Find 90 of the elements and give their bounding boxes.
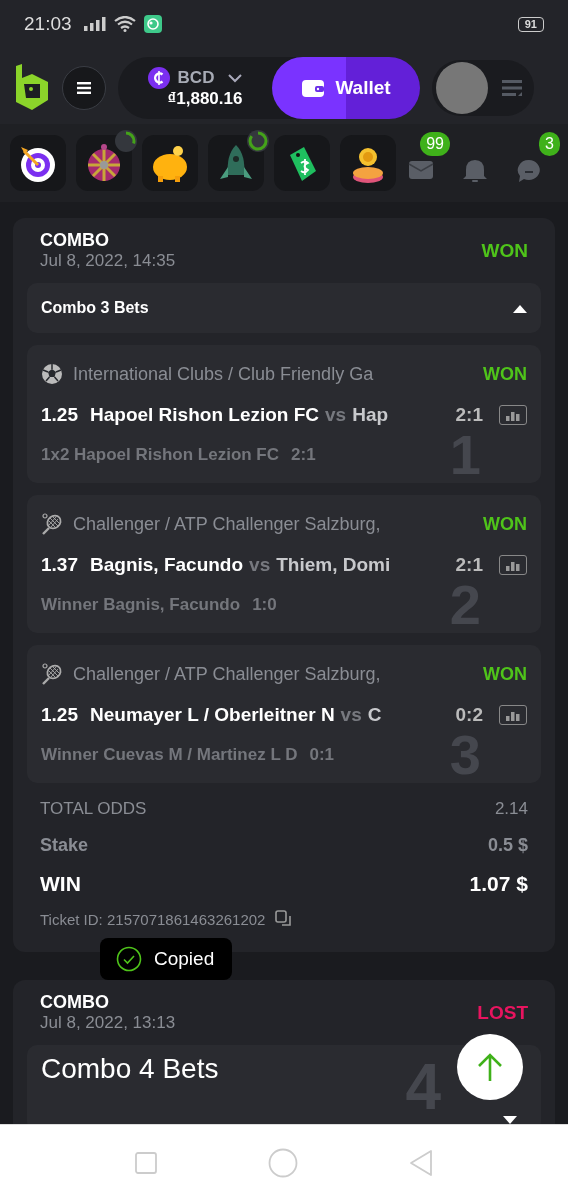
toast-message: Copied [154,948,215,970]
wallet-button[interactable]: Wallet [272,57,420,119]
bet-status: WON [483,663,527,685]
quick-tile[interactable] [142,135,198,191]
selection-label: 1x2 Hapoel Rishon Lezion FC [41,445,280,465]
ticket-id: Ticket ID: 2157071861463261202 [40,910,266,928]
stats-button[interactable] [499,405,527,425]
battery-indicator: 91 [517,16,544,32]
progress-ring-icon [114,129,138,153]
total-odds-label: TOTAL ODDS [40,799,147,819]
user-menu-button[interactable] [432,60,534,116]
check-circle-icon [116,946,142,972]
selection-label: Winner Bagnis, Facundo [41,595,241,615]
quick-tile[interactable] [274,135,330,191]
app-notification-icon [143,15,162,33]
tennis-racket-icon [41,513,63,535]
stake-value: 0.5 $ [487,835,528,856]
stats-button[interactable] [499,555,527,575]
odds-value: 1.37 [41,554,78,576]
match-score: 2:1 [455,554,483,576]
arrow-up-icon [477,1052,503,1082]
odds-value: 1.25 [41,704,78,726]
wifi-icon [113,16,136,32]
away-team: Thiem, Domi [276,554,391,576]
copy-button[interactable] [275,910,294,928]
menu-button[interactable] [62,66,106,110]
avatar-placeholder [436,62,488,114]
bet-status: WON [483,513,527,535]
selection-score: 0:1 [309,745,335,765]
match-score: 2:1 [455,404,483,426]
versus-label: vs [249,554,271,576]
versus-label: vs [325,404,347,426]
bet-date: Jul 8, 2022, 13:13 [40,1013,176,1033]
copy-icon [275,910,294,928]
quick-tile[interactable] [340,135,396,191]
triangle-icon [408,1148,434,1177]
currency-selector[interactable]: BCD [177,68,215,88]
square-icon [134,1150,158,1175]
league-name: International Clubs / Club Friendly Ga [73,363,375,385]
bell-icon [462,158,488,184]
list-menu-icon [502,80,522,96]
bar-chart-icon [506,709,520,721]
logo-icon [14,64,50,112]
versus-label: vs [340,704,362,726]
tennis-racket-icon [41,663,63,685]
chat-icon [516,158,542,184]
selection-score: 2:1 [291,445,316,465]
menu-icon [77,82,91,94]
selection-label: Winner Cuevas M / Martinez L D [41,745,298,765]
count-badge: 3 [539,132,560,156]
stake-label: Stake [40,835,89,856]
bar-chart-icon [506,559,520,571]
odds-value: 1.25 [41,404,78,426]
soccer-ball-icon [41,363,63,385]
win-value: 1.07 $ [469,872,528,896]
signal-icon [83,17,106,31]
bet-type: COMBO [40,992,110,1013]
home-team: Hapoel Rishon Lezion FC [90,404,320,426]
league-name: Challenger / ATP Challenger Salzburg, [73,513,382,535]
selection-score: 1:0 [252,595,277,615]
bet-status: WON [481,239,528,262]
chevron-down-icon [228,73,243,83]
group-label: Combo 3 Bets [41,299,149,317]
wallet-icon [301,78,326,98]
quick-tile[interactable] [208,135,264,191]
bet-type: COMBO [40,230,110,251]
bet-status: WON [483,363,527,385]
currency-coin-icon [147,67,170,89]
progress-ring-icon [246,129,270,153]
total-odds-value: 2.14 [494,799,528,819]
bar-chart-icon [506,409,520,421]
home-team: Bagnis, Facundo [90,554,244,576]
win-label: WIN [40,872,81,896]
match-score: 0:2 [455,704,483,726]
quick-tile[interactable] [76,135,132,191]
home-team: Neumayer L / Oberleitner N [90,704,335,726]
clock-time: 21:03 [24,13,72,35]
caret-up-icon [513,303,527,313]
balance-amount: ₫1,880.16 [167,89,243,109]
quick-tile[interactable] [10,135,66,191]
count-badge: 99 [420,132,450,156]
away-team: C [367,704,382,726]
league-name: Challenger / ATP Challenger Salzburg, [73,663,382,685]
group-label: Combo 4 Bets [41,1053,219,1085]
circle-icon [268,1147,298,1178]
bet-status: LOST [477,1001,528,1024]
away-team: Hap [352,404,389,426]
bet-date: Jul 8, 2022, 14:35 [40,251,176,271]
bets-group-toggle[interactable]: Combo 3 Bets [27,283,541,333]
stats-button[interactable] [499,705,527,725]
